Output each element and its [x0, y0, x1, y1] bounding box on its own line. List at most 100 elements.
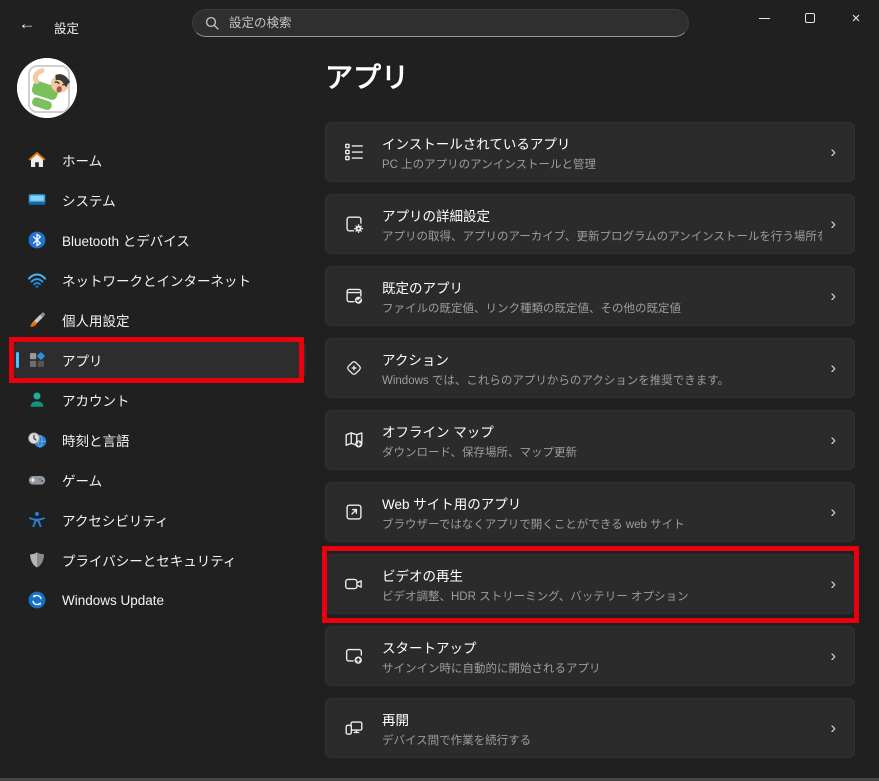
- time-language-icon: [28, 432, 47, 448]
- bluetooth-icon: [28, 231, 46, 249]
- apps-icon: [30, 352, 45, 367]
- card-title: スタートアップ: [382, 640, 477, 656]
- card-subtitle: Windows では、これらのアプリからのアクションを推奨できます。: [382, 374, 730, 387]
- minimize-icon: [758, 17, 770, 19]
- avatar-sleeping-person-image: [17, 58, 77, 118]
- chevron-right-icon: ›: [830, 502, 836, 521]
- chevron-right-icon: ›: [830, 214, 836, 233]
- card-subtitle: ブラウザーではなくアプリで開くことができる web サイト: [382, 518, 685, 531]
- offline-maps-icon: [345, 432, 363, 448]
- card-offline-maps[interactable]: オフライン マップ ダウンロード、保存場所、マップ更新 ›: [325, 410, 855, 470]
- card-title: アクション: [382, 352, 449, 368]
- installed-apps-icon: [345, 143, 363, 161]
- accessibility-person-icon: [29, 511, 45, 528]
- card-startup[interactable]: スタートアップ サインイン時に自動的に開始されるアプリ ›: [325, 626, 855, 686]
- sidebar-item-accessibility[interactable]: アクセシビリティ: [14, 502, 306, 538]
- settings-card-list: インストールされているアプリ PC 上のアプリのアンインストールと管理 › アプ…: [325, 122, 855, 770]
- avatar: [17, 58, 77, 118]
- sidebar: ホーム システム Bluetooth とデバイス ネットワークとインターネット …: [0, 48, 320, 781]
- window-controls: ×: [741, 0, 879, 36]
- card-video-playback[interactable]: ビデオの再生 ビデオ調整、HDR ストリーミング、バッテリー オプション ›: [325, 554, 855, 614]
- startup-icon: [345, 648, 363, 664]
- card-subtitle: デバイス間で作業を続行する: [382, 734, 532, 747]
- sidebar-item-gaming[interactable]: ゲーム: [14, 462, 306, 498]
- card-subtitle: PC 上のアプリのアンインストールと管理: [382, 158, 596, 171]
- privacy-shield-icon: [30, 552, 44, 568]
- card-subtitle: ビデオ調整、HDR ストリーミング、バッテリー オプション: [382, 590, 689, 603]
- sidebar-item-home[interactable]: ホーム: [14, 142, 306, 178]
- card-title: 再開: [382, 712, 409, 728]
- card-resume[interactable]: 再開 デバイス間で作業を続行する ›: [325, 698, 855, 758]
- search-input[interactable]: [229, 16, 676, 30]
- sidebar-item-privacy-security[interactable]: プライバシーとセキュリティ: [14, 542, 306, 578]
- sidebar-item-label: ホーム: [62, 154, 103, 169]
- sidebar-item-label: アプリ: [62, 354, 103, 369]
- maximize-icon: [805, 13, 815, 23]
- sidebar-item-network-internet[interactable]: ネットワークとインターネット: [14, 262, 306, 298]
- home-icon: [28, 151, 46, 167]
- sidebar-item-windows-update[interactable]: Windows Update: [14, 582, 306, 618]
- close-button[interactable]: ×: [833, 0, 879, 36]
- default-apps-icon: [346, 288, 363, 304]
- card-subtitle: ファイルの既定値、リンク種類の既定値、その他の既定値: [382, 302, 681, 315]
- card-subtitle: ダウンロード、保存場所、マップ更新: [382, 446, 578, 459]
- sidebar-item-label: システム: [62, 194, 116, 209]
- page-title: アプリ: [325, 62, 410, 93]
- card-title: Web サイト用のアプリ: [382, 496, 522, 512]
- close-icon: ×: [851, 9, 861, 27]
- video-playback-icon: [345, 578, 362, 590]
- card-title: アプリの詳細設定: [382, 208, 490, 224]
- sidebar-item-label: ネットワークとインターネット: [62, 274, 251, 289]
- search-icon: [205, 16, 219, 30]
- card-advanced-app-settings[interactable]: アプリの詳細設定 アプリの取得、アプリのアーカイブ、更新プログラムのアンインスト…: [325, 194, 855, 254]
- chevron-right-icon: ›: [830, 142, 836, 161]
- sidebar-item-label: プライバシーとセキュリティ: [62, 554, 237, 569]
- card-subtitle: サインイン時に自動的に開始されるアプリ: [382, 662, 601, 675]
- gaming-controller-icon: [28, 476, 46, 485]
- card-subtitle: アプリの取得、アプリのアーカイブ、更新プログラムのアンインストールを行う場所を選…: [382, 230, 822, 243]
- actions-icon: [347, 361, 361, 375]
- chevron-right-icon: ›: [830, 430, 836, 449]
- personalization-brush-icon: [30, 312, 45, 327]
- sidebar-item-label: Bluetooth とデバイス: [62, 234, 190, 249]
- app-title: 設定: [54, 22, 80, 36]
- chevron-right-icon: ›: [830, 646, 836, 665]
- maximize-button[interactable]: [787, 0, 833, 36]
- sidebar-item-apps[interactable]: アプリ: [14, 342, 306, 378]
- sidebar-item-personalization[interactable]: 個人用設定: [14, 302, 306, 338]
- card-title: 既定のアプリ: [382, 280, 463, 296]
- card-actions[interactable]: アクション Windows では、これらのアプリからのアクションを推奨できます。…: [325, 338, 855, 398]
- windows-update-icon: [28, 591, 46, 609]
- apps-for-websites-icon: [346, 504, 362, 520]
- chevron-right-icon: ›: [830, 574, 836, 593]
- sidebar-item-system[interactable]: システム: [14, 182, 306, 218]
- advanced-app-settings-icon: [346, 216, 364, 234]
- sidebar-nav: ホーム システム Bluetooth とデバイス ネットワークとインターネット …: [14, 142, 306, 622]
- selection-accent-bar: [16, 352, 19, 368]
- sidebar-item-label: アクセシビリティ: [62, 514, 169, 529]
- back-arrow-icon: ←: [18, 14, 36, 33]
- network-wifi-icon: [28, 273, 46, 288]
- card-installed-apps[interactable]: インストールされているアプリ PC 上のアプリのアンインストールと管理 ›: [325, 122, 855, 182]
- sidebar-item-label: 個人用設定: [62, 314, 130, 329]
- card-title: ビデオの再生: [382, 568, 463, 584]
- card-apps-for-websites[interactable]: Web サイト用のアプリ ブラウザーではなくアプリで開くことができる web サ…: [325, 482, 855, 542]
- search-box[interactable]: [192, 9, 689, 37]
- minimize-button[interactable]: [741, 0, 787, 36]
- chevron-right-icon: ›: [830, 718, 836, 737]
- titlebar: ← 設定 ×: [0, 0, 879, 48]
- settings-window: ← 設定 ×: [0, 0, 879, 781]
- back-button[interactable]: ←: [12, 10, 42, 38]
- system-icon: [28, 194, 46, 205]
- accounts-person-icon: [30, 392, 44, 407]
- main-content: アプリ インストールされているアプリ PC 上のアプリのアンインストールと管理 …: [325, 48, 856, 781]
- sidebar-item-accounts[interactable]: アカウント: [14, 382, 306, 418]
- sidebar-item-bluetooth-devices[interactable]: Bluetooth とデバイス: [14, 222, 306, 258]
- sidebar-item-label: ゲーム: [62, 474, 103, 489]
- card-title: インストールされているアプリ: [382, 136, 571, 152]
- resume-devices-icon: [345, 721, 363, 735]
- card-default-apps[interactable]: 既定のアプリ ファイルの既定値、リンク種類の既定値、その他の既定値 ›: [325, 266, 855, 326]
- sidebar-item-time-language[interactable]: 時刻と言語: [14, 422, 306, 458]
- sidebar-item-label: アカウント: [62, 394, 130, 409]
- sidebar-item-label: 時刻と言語: [62, 434, 130, 449]
